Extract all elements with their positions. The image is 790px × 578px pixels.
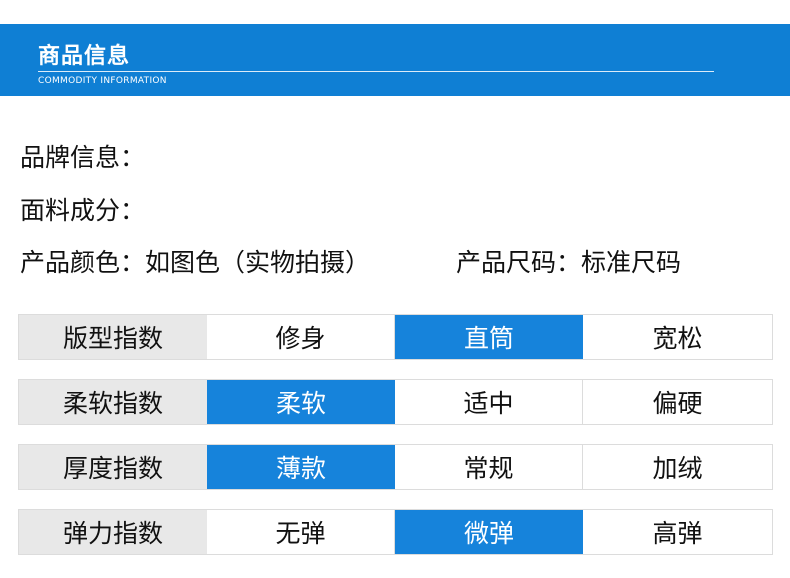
index-row-fit: 版型指数 修身 直筒 宽松: [18, 314, 773, 360]
title-divider: [38, 71, 714, 72]
header-banner: 商品信息 COMMODITY INFORMATION: [0, 24, 790, 96]
section-subtitle: COMMODITY INFORMATION: [38, 76, 167, 86]
index-option: 宽松: [652, 324, 703, 353]
fabric-info: 面料成分：: [20, 191, 145, 227]
index-label: 柔软指数: [19, 380, 207, 424]
index-option: 修身: [207, 315, 395, 359]
index-label: 弹力指数: [19, 510, 207, 554]
size-label: 产品尺码：: [456, 248, 582, 277]
index-option: 常规: [395, 445, 583, 489]
brand-label: 品牌信息：: [20, 143, 146, 172]
index-option-selected: 薄款: [207, 445, 395, 489]
index-option-selected: 柔软: [207, 380, 395, 424]
index-option: 加绒: [652, 454, 703, 483]
index-row-elasticity: 弹力指数 无弹 微弹 高弹: [18, 509, 773, 555]
index-label: 厚度指数: [19, 445, 207, 489]
index-row-softness: 柔软指数 柔软 适中 偏硬: [18, 379, 773, 425]
index-option: 适中: [395, 380, 583, 424]
size-value: 标准尺码: [581, 248, 682, 277]
index-option: 无弹: [207, 510, 395, 554]
index-table: 版型指数 修身 直筒 宽松 柔软指数 柔软 适中 偏硬 厚度指数 薄款 常规 加…: [18, 314, 773, 574]
index-option-selected: 微弹: [395, 510, 583, 554]
color-size-info: 产品颜色：如图色（实物拍摄） 产品尺码：标准尺码: [20, 243, 681, 279]
section-title: 商品信息: [38, 44, 131, 69]
color-label: 产品颜色：: [20, 248, 146, 277]
fabric-label: 面料成分：: [20, 196, 146, 225]
index-row-thickness: 厚度指数 薄款 常规 加绒: [18, 444, 773, 490]
index-option: 高弹: [652, 519, 703, 548]
index-option: 偏硬: [652, 389, 703, 418]
index-option-selected: 直筒: [395, 315, 583, 359]
brand-info: 品牌信息：: [20, 138, 145, 174]
color-value: 如图色（实物拍摄）: [145, 248, 371, 277]
index-label: 版型指数: [19, 315, 207, 359]
size-info: 产品尺码：标准尺码: [456, 243, 681, 279]
